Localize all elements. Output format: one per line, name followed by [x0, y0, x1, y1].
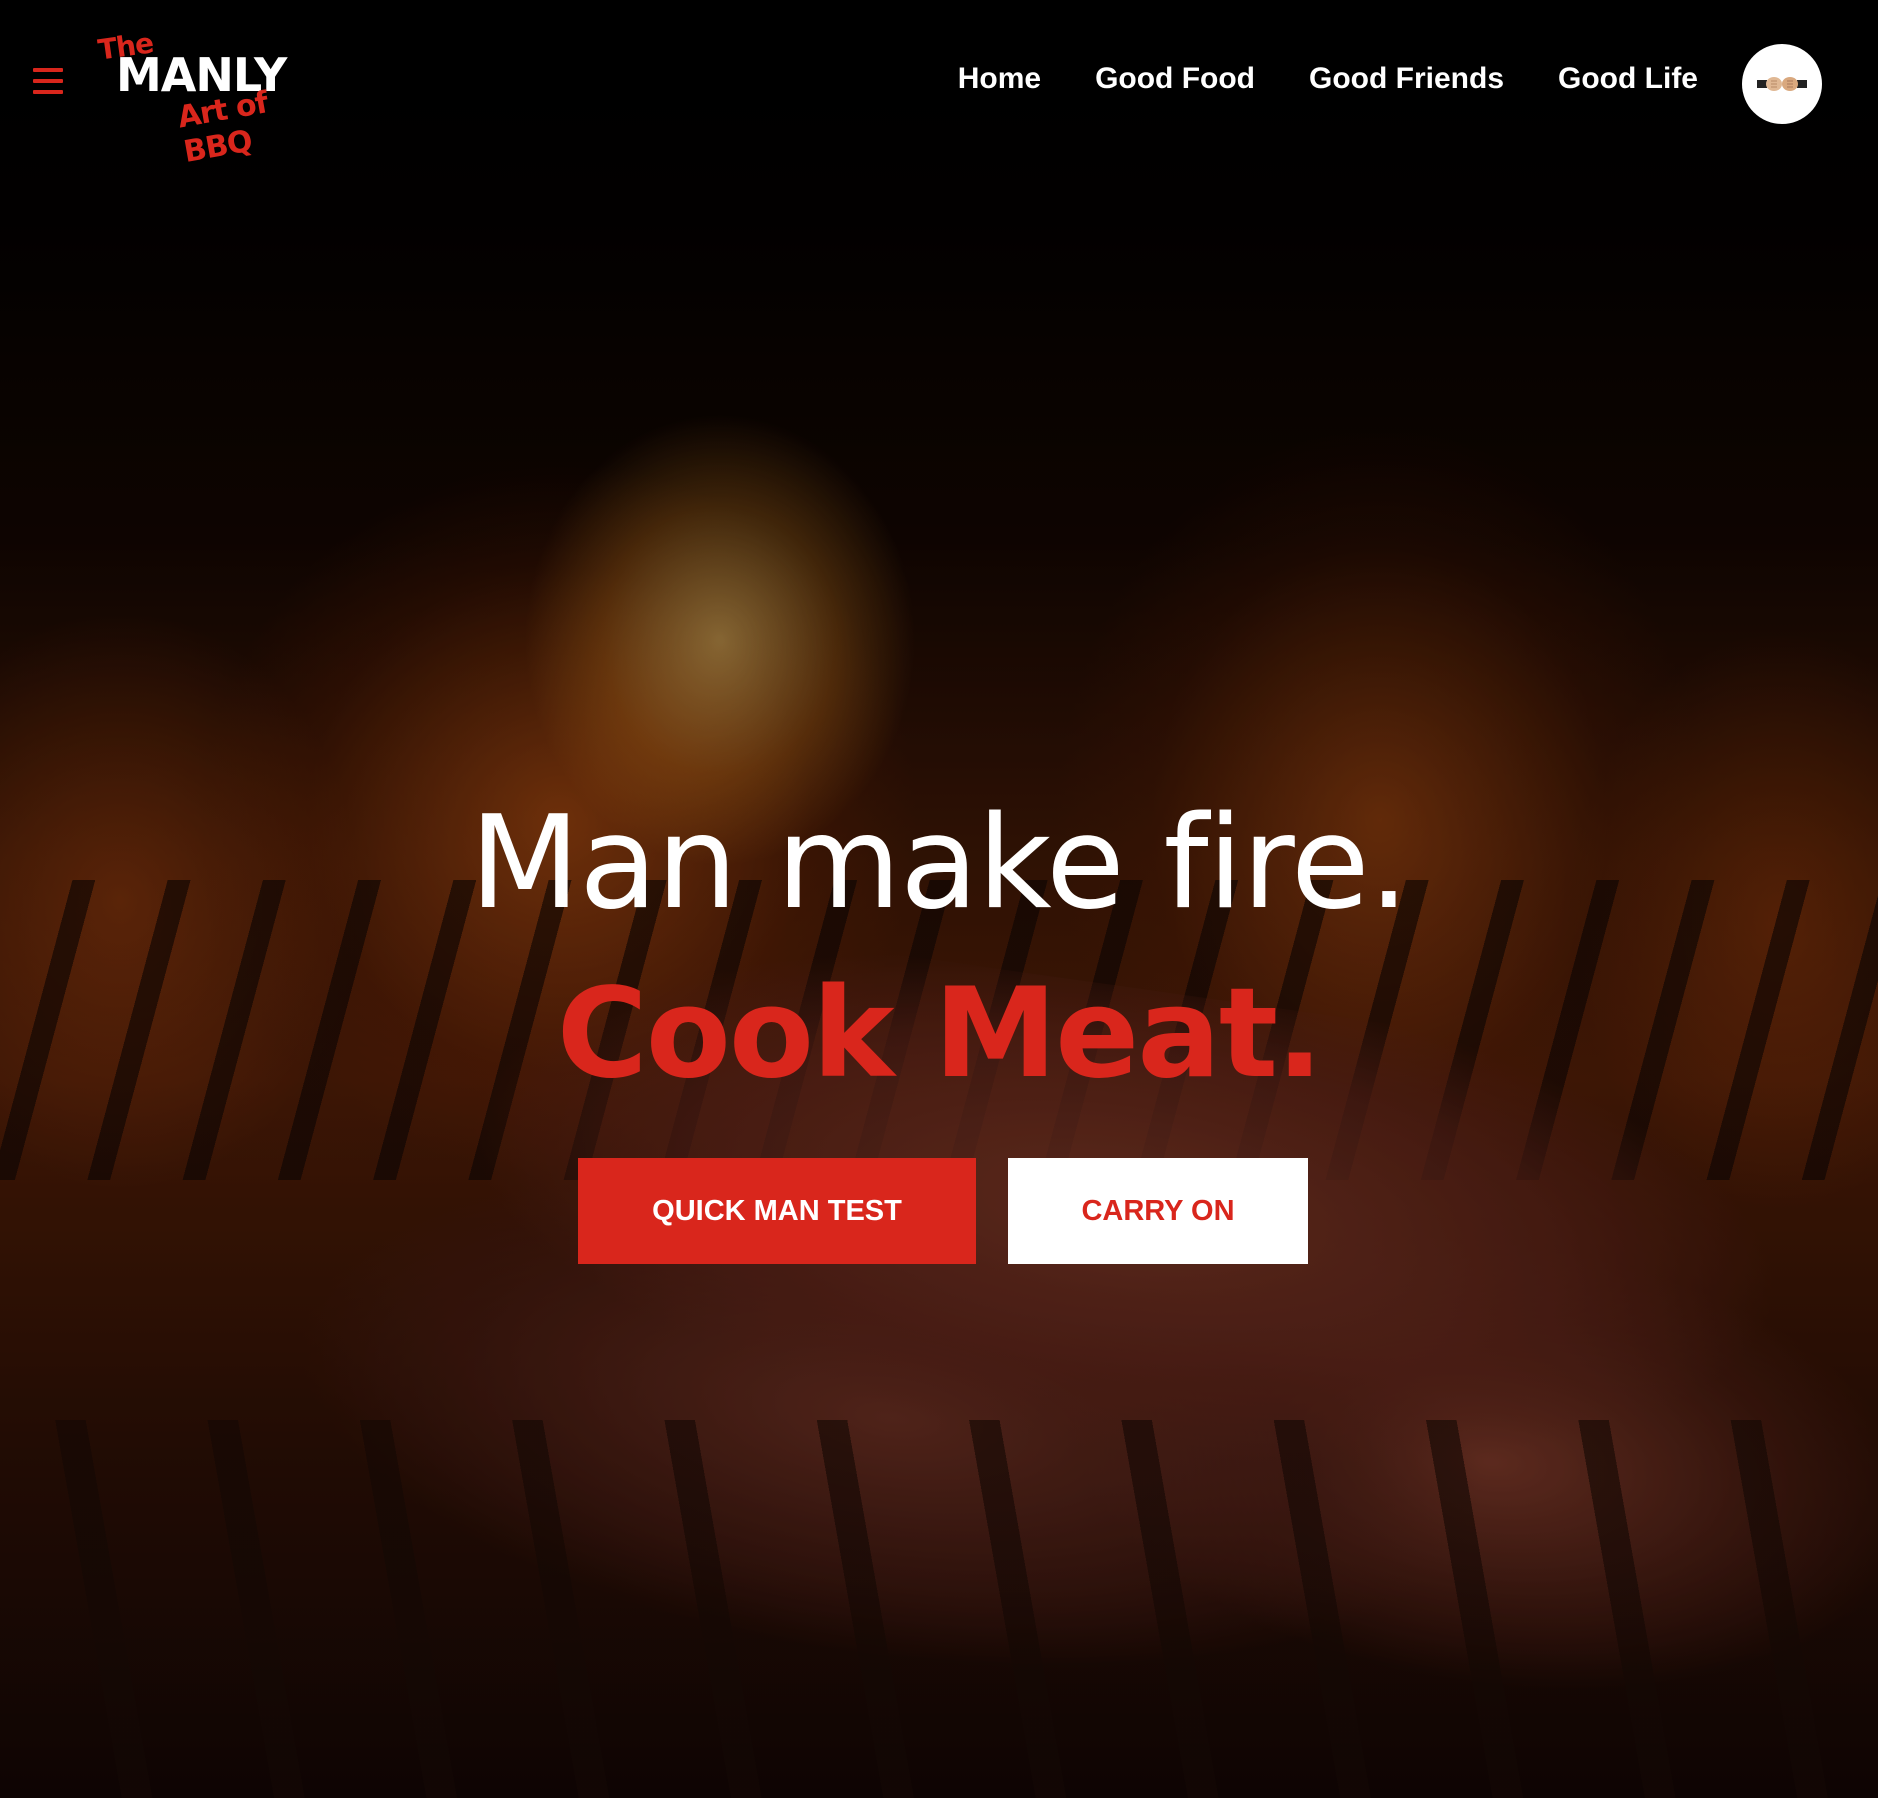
site-header: The MANLY Art of BBQ Home Good Food Good…	[0, 0, 1878, 170]
nav-item-good-food[interactable]: Good Food	[1095, 62, 1255, 96]
main-nav: Home Good Food Good Friends Good Life	[958, 62, 1698, 96]
hero-subheadline: Cook Meat.	[556, 962, 1324, 1106]
menu-bar	[33, 79, 63, 83]
quick-man-test-button[interactable]: QUICK MAN TEST	[578, 1158, 976, 1264]
nav-item-good-life[interactable]: Good Life	[1558, 62, 1698, 96]
menu-bar	[33, 90, 63, 94]
carry-on-button[interactable]: CARRY ON	[1008, 1158, 1308, 1264]
fist-bump-icon	[1757, 77, 1807, 91]
hamburger-menu-icon[interactable]	[33, 68, 63, 94]
avatar[interactable]	[1742, 44, 1822, 124]
nav-item-good-friends[interactable]: Good Friends	[1309, 62, 1504, 96]
site-logo[interactable]: The MANLY Art of BBQ	[94, 26, 324, 170]
hero-buttons: QUICK MAN TEST CARRY ON	[578, 1158, 1308, 1264]
menu-bar	[33, 68, 63, 72]
hero-headline: Man make fire.	[469, 789, 1410, 938]
nav-item-home[interactable]: Home	[958, 62, 1041, 96]
